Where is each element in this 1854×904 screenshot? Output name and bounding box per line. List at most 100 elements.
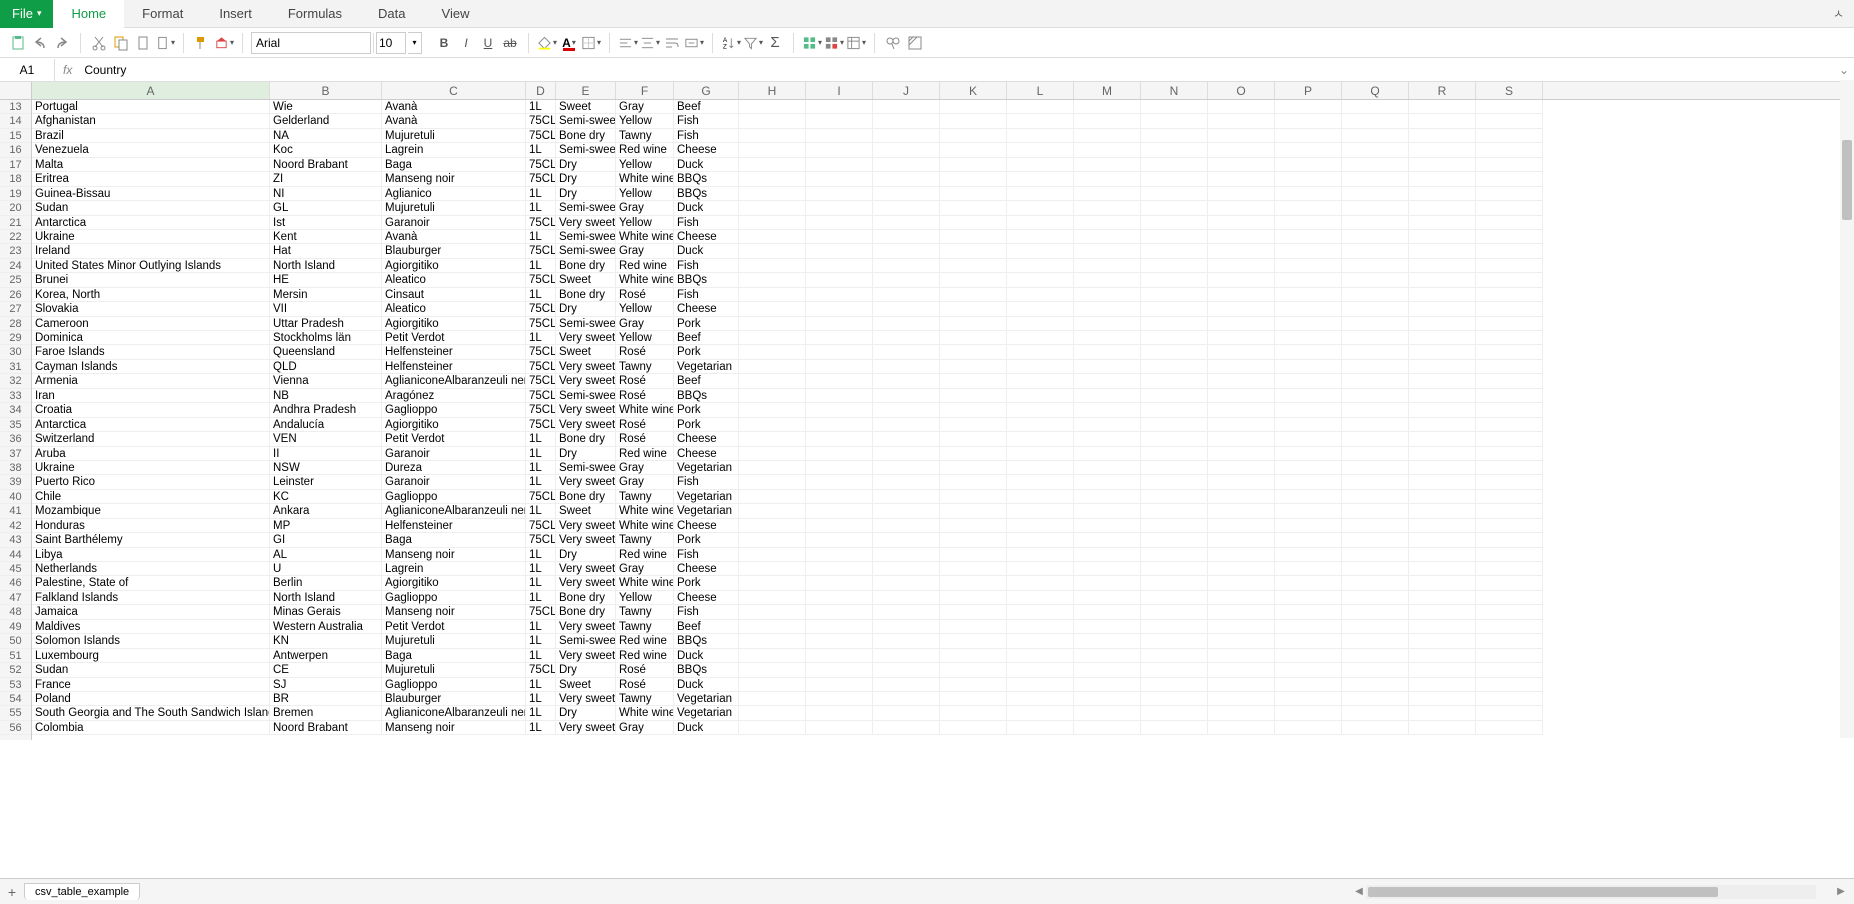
cell[interactable]: Fish <box>674 216 739 230</box>
cell[interactable] <box>1074 475 1141 489</box>
cell[interactable]: Very sweet <box>556 331 616 345</box>
cell[interactable] <box>1208 432 1275 446</box>
cell[interactable] <box>806 721 873 735</box>
cell[interactable] <box>806 345 873 359</box>
cell[interactable] <box>1409 360 1476 374</box>
cell[interactable] <box>806 706 873 720</box>
cell[interactable]: Vienna <box>270 374 382 388</box>
cell[interactable] <box>1007 620 1074 634</box>
cell[interactable] <box>1342 663 1409 677</box>
cell[interactable] <box>1074 706 1141 720</box>
cell[interactable] <box>1074 331 1141 345</box>
cell[interactable] <box>739 649 806 663</box>
cell[interactable] <box>1342 706 1409 720</box>
cell[interactable] <box>1074 100 1141 114</box>
add-sheet-icon[interactable]: + <box>0 884 24 900</box>
italic-icon[interactable]: I <box>456 33 476 53</box>
cell[interactable] <box>873 389 940 403</box>
formula-input[interactable] <box>80 59 1834 81</box>
cell[interactable]: Agiorgitiko <box>382 317 526 331</box>
cell[interactable]: Dry <box>556 302 616 316</box>
cell[interactable] <box>1275 403 1342 417</box>
cell[interactable]: White wine <box>616 273 674 287</box>
font-size-select[interactable] <box>376 32 406 54</box>
cell[interactable] <box>1141 360 1208 374</box>
paste-icon[interactable] <box>8 33 28 53</box>
cell[interactable] <box>1476 201 1543 215</box>
cell[interactable] <box>1208 548 1275 562</box>
column-header-E[interactable]: E <box>556 82 616 99</box>
cell[interactable] <box>1141 244 1208 258</box>
cell[interactable] <box>1476 360 1543 374</box>
cell[interactable] <box>806 288 873 302</box>
cell[interactable] <box>1476 129 1543 143</box>
cell[interactable] <box>1409 374 1476 388</box>
cell[interactable] <box>873 360 940 374</box>
cell[interactable]: Bone dry <box>556 490 616 504</box>
sheet-tab[interactable]: csv_table_example <box>24 883 140 900</box>
cell[interactable]: Slovakia <box>32 302 270 316</box>
cell[interactable] <box>806 331 873 345</box>
cell[interactable]: 1L <box>526 143 556 157</box>
cell[interactable] <box>1342 172 1409 186</box>
cell[interactable]: Aruba <box>32 447 270 461</box>
cell[interactable] <box>873 432 940 446</box>
cell[interactable]: Cheese <box>674 447 739 461</box>
cell[interactable]: 1L <box>526 620 556 634</box>
cell[interactable] <box>1342 678 1409 692</box>
cell[interactable] <box>873 692 940 706</box>
cell[interactable]: Very sweet <box>556 620 616 634</box>
row-header[interactable]: 47 <box>0 591 31 605</box>
cell[interactable] <box>1342 548 1409 562</box>
cell[interactable]: Hat <box>270 244 382 258</box>
cell[interactable]: Duck <box>674 649 739 663</box>
cell[interactable] <box>1141 129 1208 143</box>
cell[interactable] <box>1074 259 1141 273</box>
expand-formula-icon[interactable]: ⌄ <box>1834 63 1854 77</box>
cell[interactable]: Ireland <box>32 244 270 258</box>
cell[interactable]: Bone dry <box>556 591 616 605</box>
cell[interactable] <box>1074 649 1141 663</box>
cell[interactable] <box>873 634 940 648</box>
cell[interactable] <box>1476 678 1543 692</box>
cell[interactable] <box>1342 273 1409 287</box>
cell[interactable]: Western Australia <box>270 620 382 634</box>
cell[interactable] <box>1141 447 1208 461</box>
cell[interactable]: Kent <box>270 230 382 244</box>
cell[interactable]: Sweet <box>556 100 616 114</box>
cell[interactable]: Pork <box>674 317 739 331</box>
cell[interactable] <box>1007 273 1074 287</box>
cell[interactable] <box>940 360 1007 374</box>
cell[interactable] <box>940 447 1007 461</box>
row-header[interactable]: 52 <box>0 663 31 677</box>
cell[interactable] <box>873 244 940 258</box>
cell[interactable] <box>873 345 940 359</box>
file-menu[interactable]: File <box>0 0 53 28</box>
cell[interactable] <box>806 591 873 605</box>
cell[interactable] <box>1275 317 1342 331</box>
scroll-right-icon[interactable]: ▶ <box>1834 886 1848 897</box>
cell[interactable] <box>1208 634 1275 648</box>
cell[interactable] <box>1275 100 1342 114</box>
cell[interactable] <box>1074 620 1141 634</box>
align-h-icon[interactable] <box>618 33 638 53</box>
cell[interactable] <box>1208 447 1275 461</box>
cell[interactable] <box>1275 548 1342 562</box>
cell[interactable]: Poland <box>32 692 270 706</box>
cell[interactable] <box>739 533 806 547</box>
cell[interactable] <box>1007 389 1074 403</box>
cell[interactable]: 75CL <box>526 533 556 547</box>
cell[interactable]: Fish <box>674 114 739 128</box>
cell[interactable] <box>739 129 806 143</box>
cell[interactable] <box>1275 230 1342 244</box>
cell[interactable]: 75CL <box>526 605 556 619</box>
cell[interactable] <box>1409 201 1476 215</box>
cell[interactable] <box>1074 158 1141 172</box>
bold-icon[interactable]: B <box>434 33 454 53</box>
row-header[interactable]: 41 <box>0 504 31 518</box>
cell[interactable] <box>1141 172 1208 186</box>
cell[interactable]: 75CL <box>526 244 556 258</box>
cell[interactable]: Minas Gerais <box>270 605 382 619</box>
cell[interactable] <box>739 345 806 359</box>
cell[interactable]: GI <box>270 533 382 547</box>
